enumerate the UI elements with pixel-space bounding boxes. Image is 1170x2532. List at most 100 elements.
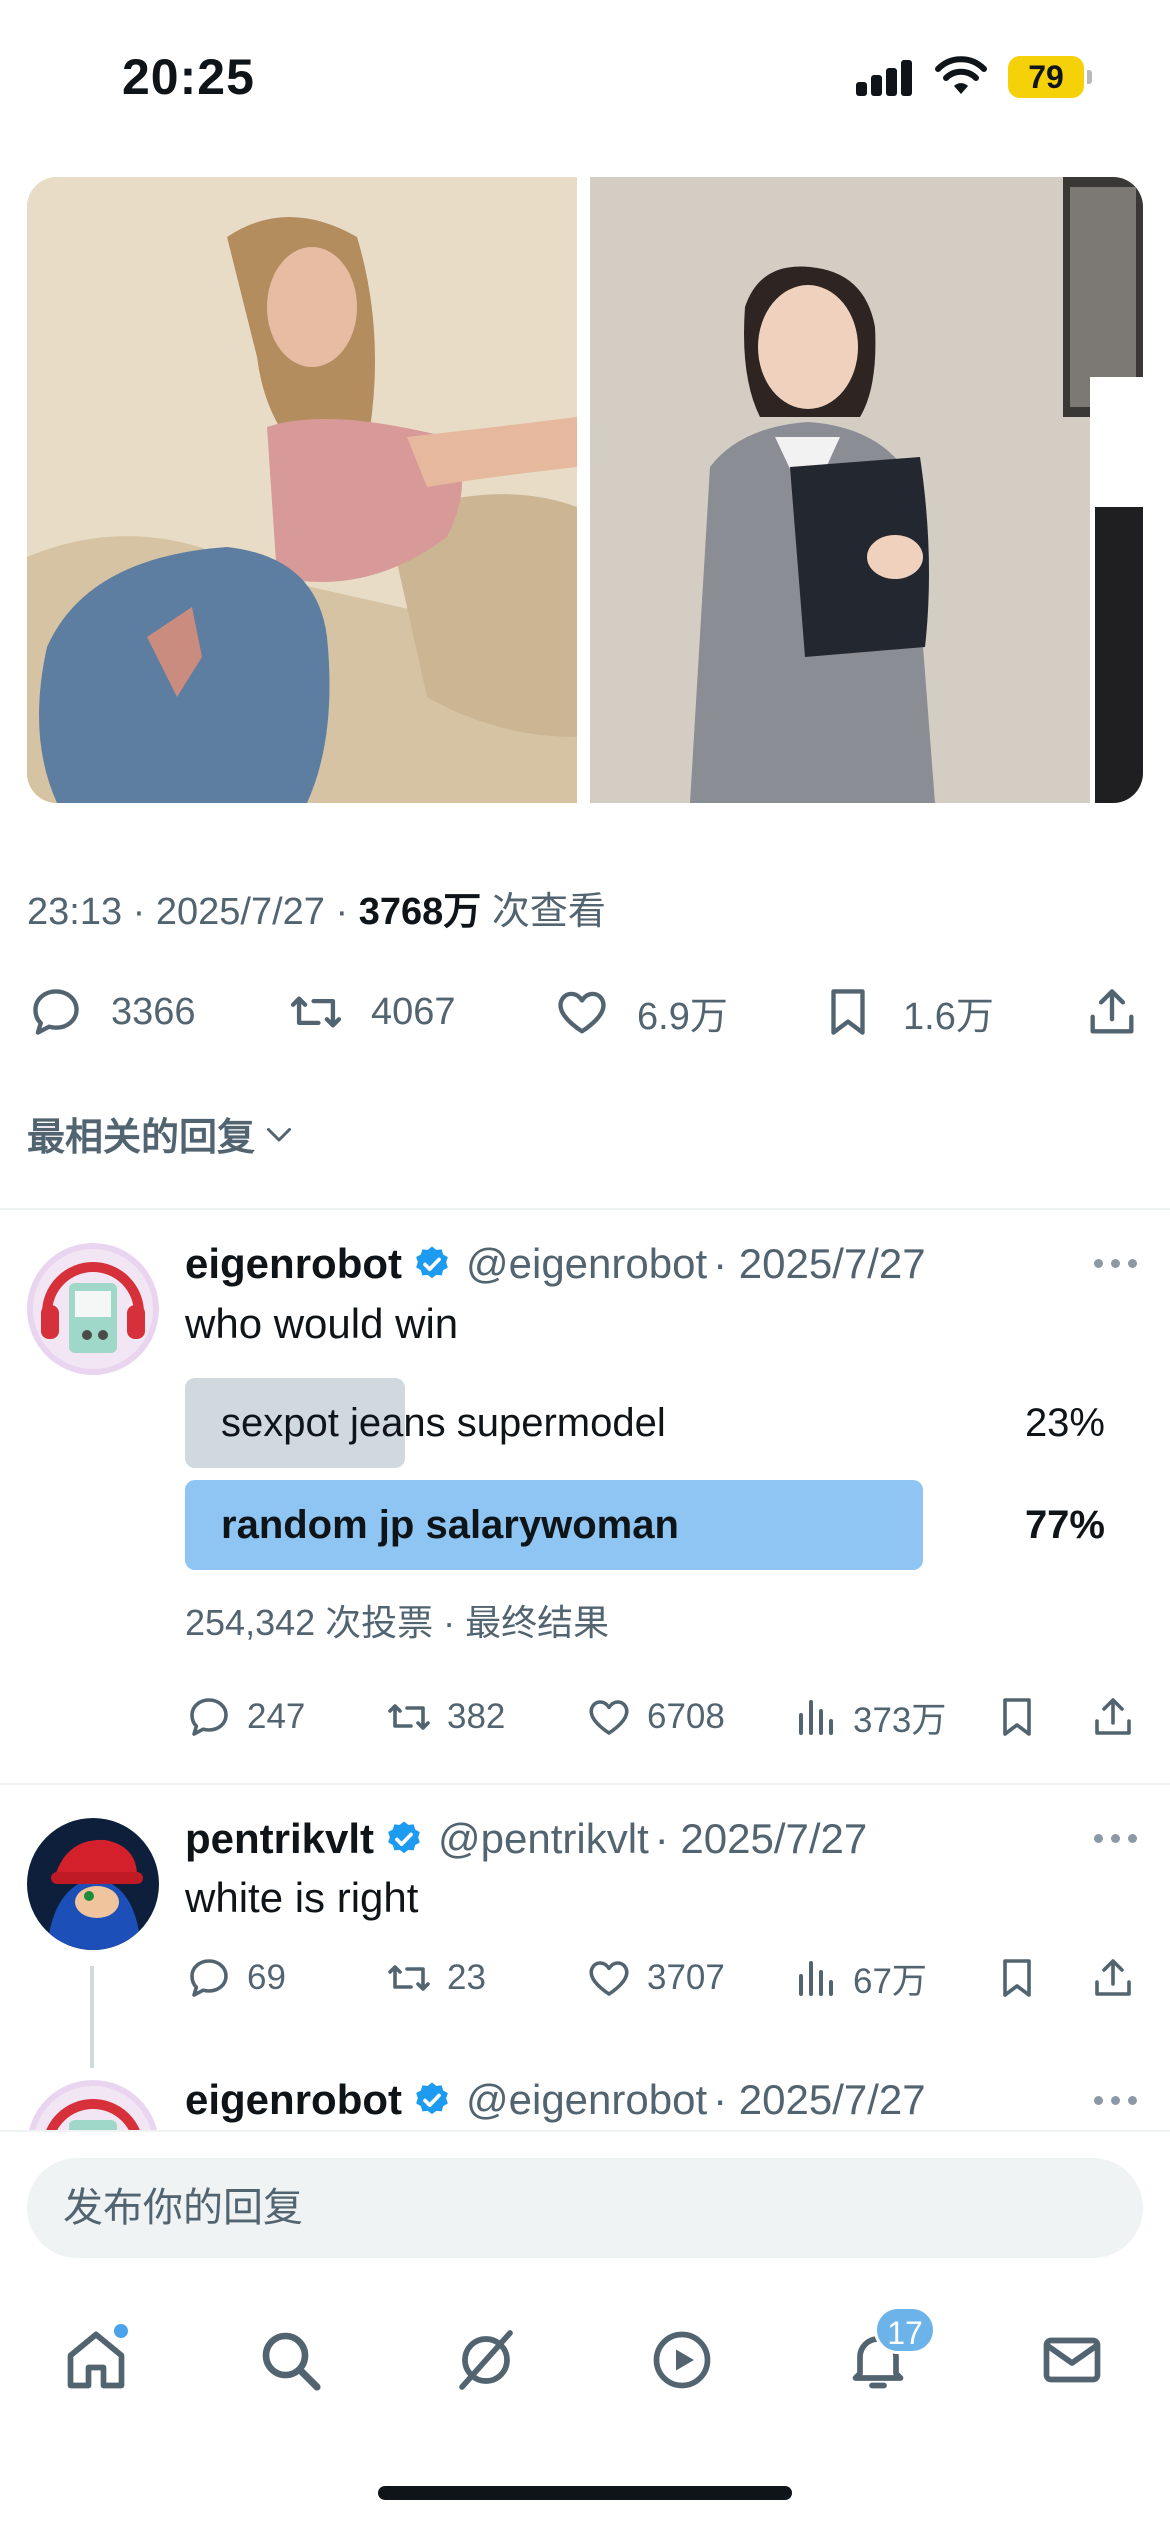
reply-action-bar: 69 23 3707 67万 bbox=[185, 1950, 1145, 2006]
more-options-icon[interactable] bbox=[1094, 1834, 1138, 1846]
reply-count: 69 bbox=[247, 1958, 286, 1997]
reply-text: white is right bbox=[185, 1874, 419, 1921]
post-image-2[interactable] bbox=[590, 177, 1143, 803]
poll-option-label: random jp salarywoman bbox=[221, 1503, 679, 1547]
like-button[interactable]: 3707 bbox=[585, 1950, 725, 2006]
repost-button[interactable]: 23 bbox=[385, 1950, 486, 2006]
share-icon bbox=[1095, 1698, 1131, 1735]
share-button[interactable] bbox=[1089, 1950, 1137, 2006]
share-button[interactable] bbox=[1089, 1689, 1137, 1745]
reply-icon bbox=[33, 989, 79, 1035]
new-content-dot bbox=[114, 2324, 128, 2338]
views-count: 67万 bbox=[853, 1961, 927, 2001]
status-bar: 20:25 79 bbox=[0, 0, 1170, 150]
divider bbox=[0, 1783, 1170, 1785]
post-image-1[interactable] bbox=[27, 177, 577, 803]
reply-sort-dropdown[interactable]: 最相关的回复 bbox=[27, 1106, 297, 1161]
poll-option-percent: 23% bbox=[1024, 1401, 1105, 1445]
battery-icon: 79 bbox=[1008, 56, 1092, 98]
poll-option: random jp salarywoman 77% bbox=[185, 1480, 1170, 1570]
reply-header: eigenrobot @eigenrobot · 2025/7/27 bbox=[185, 1234, 926, 1294]
grok-icon bbox=[459, 2330, 513, 2390]
meta-separator: · bbox=[335, 891, 349, 933]
verified-badge-icon bbox=[416, 1246, 448, 1279]
reply-header: eigenrobot @eigenrobot · 2025/7/27 bbox=[185, 2070, 926, 2130]
post-views: 3768万 bbox=[358, 891, 482, 933]
chevron-down-icon bbox=[267, 1127, 292, 1141]
avatar[interactable] bbox=[27, 1243, 159, 1375]
share-icon bbox=[1090, 989, 1134, 1034]
reply-button[interactable]: 69 bbox=[185, 1950, 286, 2006]
post-action-bar: 3366 4067 6.9万 1.6万 bbox=[27, 980, 1143, 1044]
views-count: 373万 bbox=[853, 1700, 947, 1740]
reply-composer bbox=[0, 2130, 1170, 2280]
tab-search[interactable] bbox=[250, 2320, 330, 2400]
bookmark-button[interactable] bbox=[993, 1689, 1041, 1745]
divider bbox=[0, 1208, 1170, 1210]
tab-grok[interactable] bbox=[446, 2320, 526, 2400]
verified-badge-icon bbox=[388, 1821, 420, 1854]
status-time: 20:25 bbox=[122, 49, 255, 105]
poll-option-label: sexpot jeans supermodel bbox=[221, 1401, 666, 1445]
repost-icon bbox=[290, 996, 342, 1028]
reply-count: 247 bbox=[247, 1697, 306, 1736]
thread-connector-line bbox=[90, 1966, 94, 2068]
post-views-label: 次查看 bbox=[491, 891, 606, 933]
verified-badge-icon bbox=[416, 2082, 448, 2115]
cellular-signal-icon bbox=[856, 60, 914, 96]
repost-count: 382 bbox=[447, 1697, 506, 1736]
wifi-icon bbox=[935, 56, 987, 94]
bookmark-icon bbox=[1003, 1959, 1031, 1997]
bookmark-icon bbox=[1003, 1698, 1031, 1736]
views-button[interactable]: 373万 bbox=[791, 1689, 946, 1745]
reply-date: · 2025/7/27 bbox=[713, 2076, 926, 2123]
heart-icon bbox=[589, 1961, 629, 1996]
mail-icon bbox=[1043, 2337, 1101, 2383]
bookmark-count: 1.6万 bbox=[903, 995, 994, 1038]
post-date: 2025/7/27 bbox=[155, 891, 325, 933]
share-button[interactable] bbox=[1083, 980, 1141, 1044]
reply-count: 3366 bbox=[111, 990, 196, 1033]
poll-option-percent: 77% bbox=[1024, 1503, 1105, 1547]
reply-author-name[interactable]: pentrikvlt bbox=[185, 1815, 374, 1863]
poll-option: sexpot jeans supermodel 23% bbox=[185, 1378, 1170, 1468]
repost-icon bbox=[388, 1704, 430, 1730]
repost-icon bbox=[388, 1965, 430, 1991]
views-button[interactable]: 67万 bbox=[791, 1950, 927, 2006]
bookmark-button[interactable] bbox=[993, 1950, 1041, 2006]
repost-button[interactable]: 382 bbox=[385, 1689, 505, 1745]
reply-icon bbox=[190, 1698, 228, 1736]
notifications-badge: 17 bbox=[874, 2306, 936, 2354]
battery-level: 79 bbox=[1028, 59, 1064, 95]
play-circle-icon bbox=[653, 2331, 711, 2389]
heart-icon bbox=[589, 1700, 629, 1735]
tab-video[interactable] bbox=[642, 2320, 722, 2400]
avatar[interactable] bbox=[27, 1818, 159, 1950]
reply-author-handle[interactable]: @eigenrobot bbox=[466, 2076, 707, 2124]
more-options-icon[interactable] bbox=[1094, 2096, 1138, 2108]
post-media-grid[interactable] bbox=[27, 177, 1143, 803]
reply-author-handle[interactable]: @pentrikvlt bbox=[438, 1815, 649, 1863]
like-button[interactable]: 6.9万 bbox=[553, 980, 728, 1044]
reply-author-handle[interactable]: @eigenrobot bbox=[466, 1240, 707, 1288]
like-button[interactable]: 6708 bbox=[585, 1689, 725, 1745]
like-count: 6708 bbox=[647, 1697, 725, 1736]
reply-button[interactable]: 247 bbox=[185, 1689, 305, 1745]
reply-input[interactable] bbox=[27, 2158, 1143, 2258]
reply-author-name[interactable]: eigenrobot bbox=[185, 1240, 402, 1288]
tab-notifications[interactable]: 17 bbox=[838, 2306, 936, 2400]
reply-date: · 2025/7/27 bbox=[713, 1240, 926, 1287]
bookmark-icon bbox=[831, 989, 865, 1035]
more-options-icon[interactable] bbox=[1094, 1259, 1138, 1271]
reply-author-name[interactable]: eigenrobot bbox=[185, 2076, 402, 2124]
reply-header: pentrikvlt @pentrikvlt · 2025/7/27 bbox=[185, 1809, 867, 1869]
bookmark-button[interactable]: 1.6万 bbox=[819, 980, 994, 1044]
tab-messages[interactable] bbox=[1032, 2320, 1112, 2400]
meta-separator: · bbox=[132, 891, 146, 933]
tab-home[interactable] bbox=[56, 2320, 136, 2400]
search-icon bbox=[262, 2332, 321, 2391]
post-time: 23:13 bbox=[27, 891, 123, 933]
reply-button[interactable]: 3366 bbox=[27, 980, 196, 1044]
repost-button[interactable]: 4067 bbox=[287, 980, 456, 1044]
analytics-icon bbox=[799, 1961, 833, 1996]
